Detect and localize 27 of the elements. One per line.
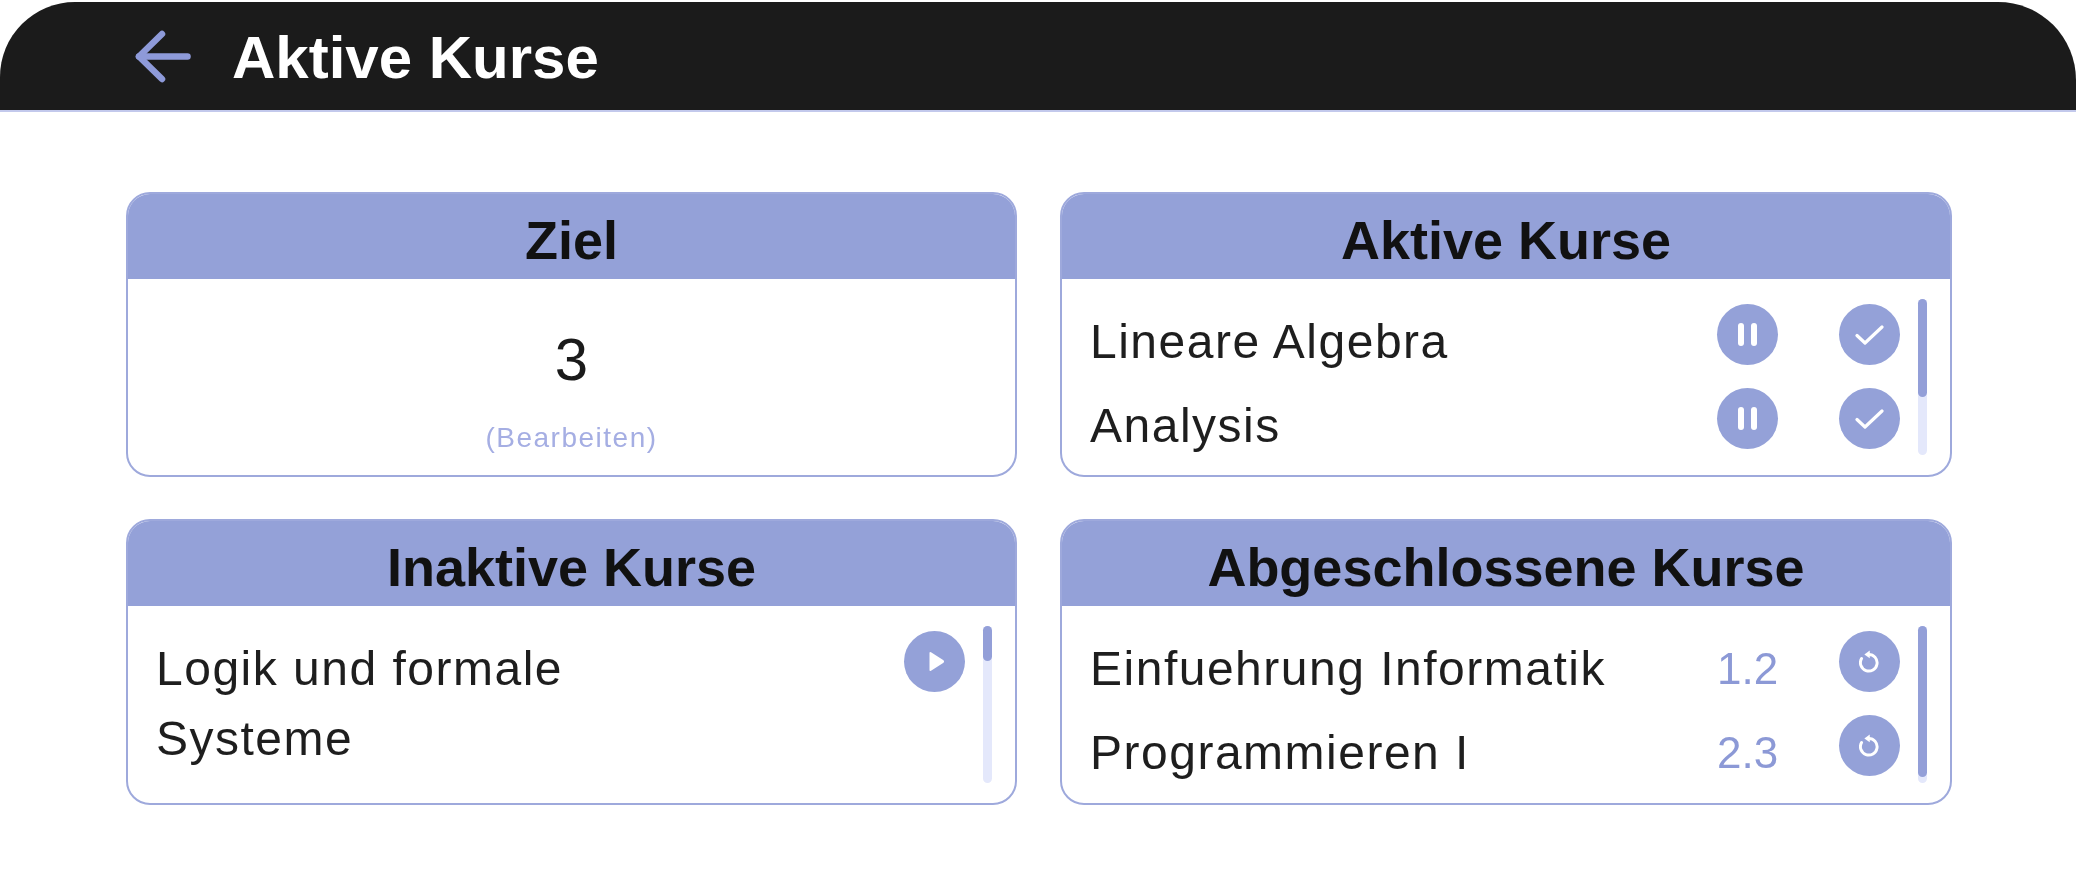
card-title: Aktive Kurse (1340, 212, 1672, 267)
play-icon (928, 651, 945, 672)
restart-icon (1859, 733, 1880, 758)
scrollbar-thumb[interactable] (983, 626, 992, 661)
course-name: Analysis (1090, 398, 1281, 454)
course-name: Einfuehrung Informatik (1090, 641, 1606, 697)
course-name: Logik und formale Systeme (156, 641, 565, 767)
restart-icon (1859, 649, 1880, 674)
check-icon (1855, 324, 1884, 345)
course-grade: 1.2 (1717, 643, 1778, 695)
course-name: Programmieren I (1090, 725, 1470, 781)
course-grade: 2.3 (1717, 727, 1778, 779)
scrollbar-track[interactable] (983, 626, 992, 783)
pause-button[interactable] (1717, 304, 1778, 365)
course-name: Lineare Algebra (1090, 314, 1449, 370)
scrollbar-thumb[interactable] (1918, 299, 1927, 398)
check-icon (1855, 408, 1884, 429)
restart-button[interactable] (1839, 715, 1900, 776)
pause-icon (1738, 407, 1757, 430)
edit-link[interactable]: (Bearbeiten) (485, 424, 658, 452)
card-title: Ziel (525, 212, 618, 267)
scrollbar-track[interactable] (1918, 299, 1927, 455)
page-title: Aktive Kurse (232, 24, 599, 88)
goal-value: 3 (554, 330, 589, 390)
pause-icon (1738, 323, 1757, 346)
pause-button[interactable] (1717, 388, 1778, 449)
card-title: Inaktive Kurse (386, 539, 757, 594)
